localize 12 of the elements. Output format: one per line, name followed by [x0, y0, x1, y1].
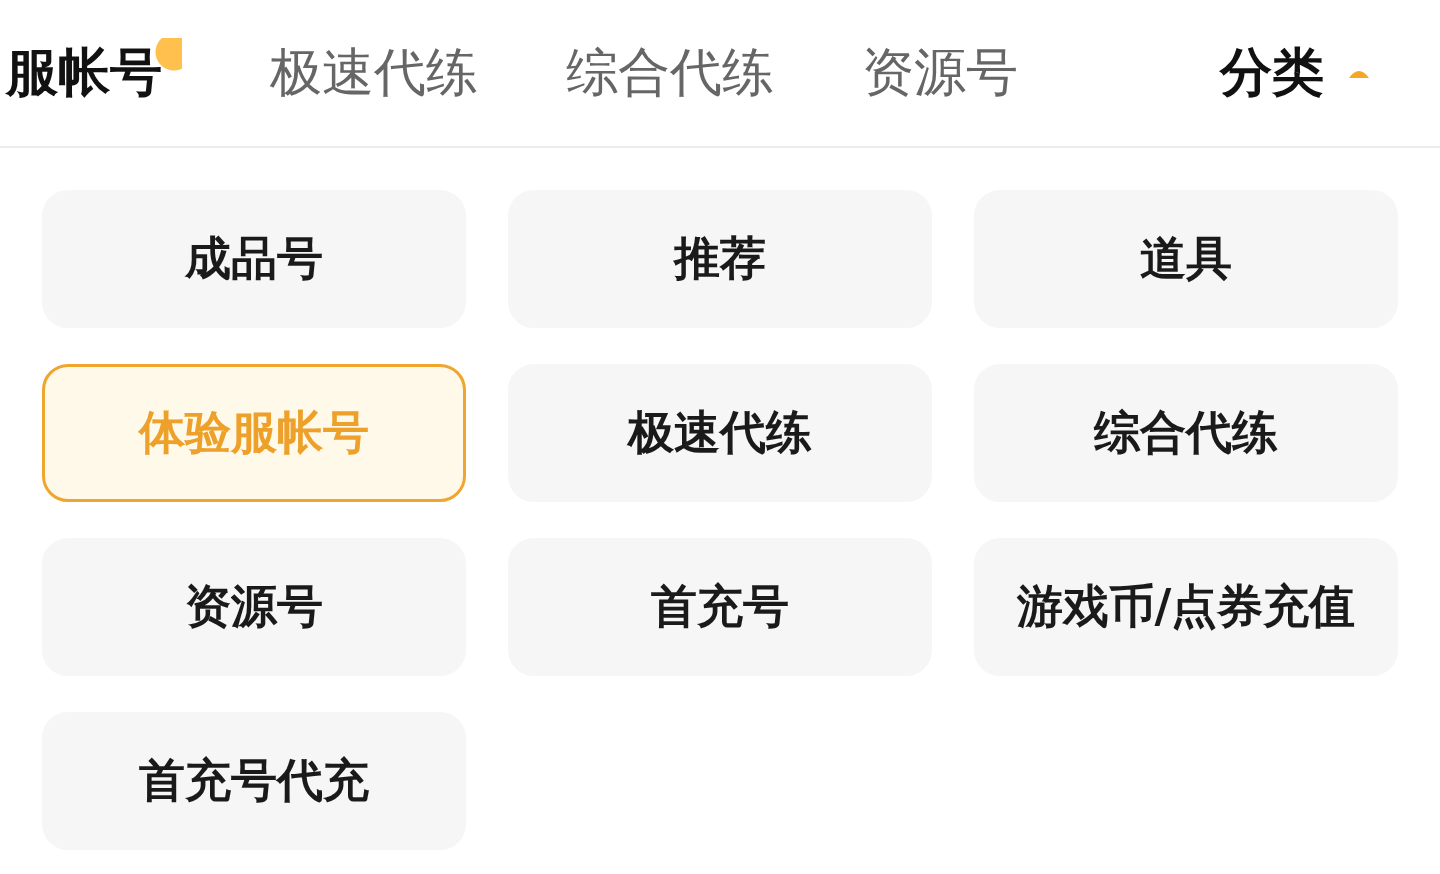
category-item[interactable]: 首充号代充: [42, 712, 466, 850]
tab[interactable]: 综合代练: [566, 38, 774, 108]
category-item[interactable]: 推荐: [508, 190, 932, 328]
tab[interactable]: 资源号: [862, 38, 1018, 108]
category-item[interactable]: 首充号: [508, 538, 932, 676]
category-item[interactable]: 成品号: [42, 190, 466, 328]
category-item[interactable]: 道具: [974, 190, 1398, 328]
category-item[interactable]: 游戏币/点券充值: [974, 538, 1398, 676]
category-item[interactable]: 极速代练: [508, 364, 932, 502]
tab[interactable]: 极速代练: [270, 38, 478, 108]
category-item[interactable]: 综合代练: [974, 364, 1398, 502]
category-item[interactable]: 资源号: [42, 538, 466, 676]
